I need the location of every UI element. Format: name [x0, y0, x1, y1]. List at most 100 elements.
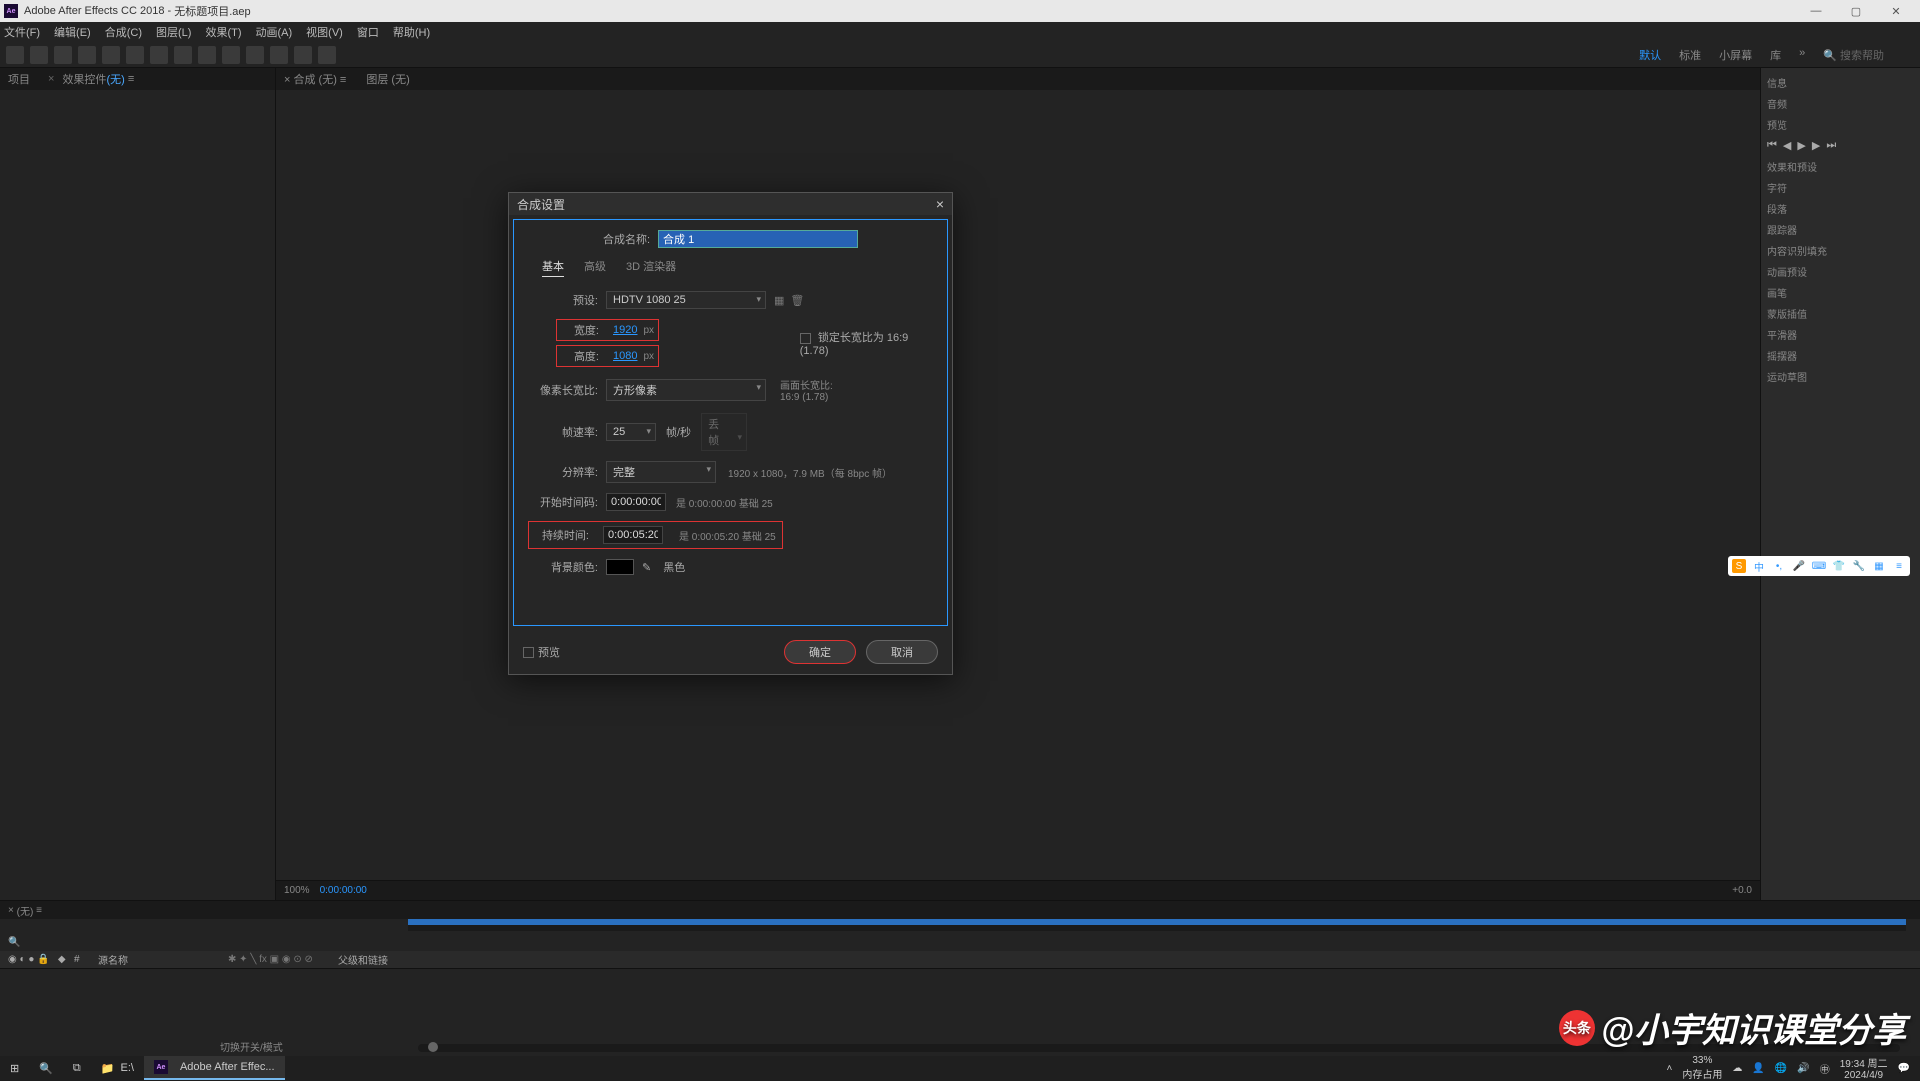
menu-effect[interactable]: 效果(T) [205, 24, 241, 40]
tab-advanced[interactable]: 高级 [584, 258, 606, 277]
eyedropper-icon[interactable]: ✎ [642, 561, 651, 574]
panel-character[interactable]: 字符 [1767, 177, 1914, 198]
ime-toolbar[interactable]: S 中 •, 🎤 ⌨ 👕 🔧 ▦ ≡ [1728, 556, 1910, 576]
workspace-standard[interactable]: 标准 [1679, 47, 1701, 63]
dialog-close-icon[interactable]: × [936, 196, 944, 212]
goto-start-icon[interactable]: ⏮ [1767, 139, 1777, 152]
panel-brush[interactable]: 画笔 [1767, 282, 1914, 303]
cancel-button[interactable]: 取消 [866, 640, 938, 664]
timeline-tab[interactable]: (无) [17, 903, 34, 918]
width-input[interactable]: 1920 [613, 324, 637, 336]
ime-punct-icon[interactable]: •, [1772, 559, 1786, 573]
menu-animation[interactable]: 动画(A) [256, 24, 293, 40]
start-button[interactable]: ⊞ [0, 1056, 29, 1080]
tab-basic[interactable]: 基本 [542, 258, 564, 277]
panel-info[interactable]: 信息 [1767, 72, 1914, 93]
ime-lang-icon[interactable]: 中 [1752, 559, 1766, 573]
play-icon[interactable]: ▶ [1797, 139, 1805, 152]
eraser-tool-icon[interactable] [270, 46, 288, 64]
timeline-close-icon[interactable]: × [8, 905, 14, 916]
tray-ime-icon[interactable]: ㊥ [1820, 1061, 1830, 1076]
ime-keyboard-icon[interactable]: ⌨ [1812, 559, 1826, 573]
panel-mask-interp[interactable]: 蒙版插值 [1767, 303, 1914, 324]
ok-button[interactable]: 确定 [784, 640, 856, 664]
resolution-dropdown[interactable]: 完整 [606, 461, 716, 483]
ime-menu-icon[interactable]: ≡ [1892, 559, 1906, 573]
viewer-camera[interactable]: +0.0 [1732, 885, 1752, 896]
tab-project[interactable]: 项目 [8, 71, 30, 87]
brush-tool-icon[interactable] [222, 46, 240, 64]
toggle-switches[interactable]: 切换开关/模式 [220, 1039, 283, 1054]
tray-network-icon[interactable]: 🌐 [1775, 1063, 1787, 1074]
menu-edit[interactable]: 编辑(E) [54, 24, 91, 40]
viewer-time[interactable]: 0:00:00:00 [320, 885, 367, 896]
notifications-icon[interactable]: 💬 [1898, 1063, 1910, 1074]
tab-composition[interactable]: 合成 [293, 74, 318, 86]
taskview-button[interactable]: ⧉ [63, 1056, 91, 1080]
ime-logo-icon[interactable]: S [1732, 559, 1746, 573]
preset-delete-icon[interactable]: 🗑 [790, 294, 804, 307]
menu-help[interactable]: 帮助(H) [393, 24, 430, 40]
pen-tool-icon[interactable] [174, 46, 192, 64]
minimize-button[interactable]: — [1796, 0, 1836, 22]
workspace-more-icon[interactable]: » [1799, 47, 1805, 63]
ime-skin-icon[interactable]: 👕 [1832, 559, 1846, 573]
panel-contentaware[interactable]: 内容识别填充 [1767, 240, 1914, 261]
clock-time[interactable]: 19:34 周二 [1840, 1055, 1888, 1070]
workspace-default[interactable]: 默认 [1639, 47, 1661, 63]
timeline-search-icon[interactable]: 🔍 [8, 937, 68, 948]
pan-behind-tool-icon[interactable] [126, 46, 144, 64]
prev-frame-icon[interactable]: ◀ [1783, 139, 1791, 152]
lock-aspect-checkbox[interactable] [800, 333, 811, 344]
ime-tool-icon[interactable]: 🔧 [1852, 559, 1866, 573]
tab-close-icon[interactable]: × [48, 73, 54, 85]
ime-mic-icon[interactable]: 🎤 [1792, 559, 1806, 573]
panel-preview[interactable]: 预览 [1767, 114, 1914, 135]
tray-up-icon[interactable]: ˄ [1667, 1063, 1673, 1074]
panel-tracker[interactable]: 跟踪器 [1767, 219, 1914, 240]
viewer-zoom[interactable]: 100% [284, 885, 310, 896]
close-button[interactable]: ✕ [1876, 0, 1916, 22]
comp-name-input[interactable] [658, 230, 858, 248]
menu-view[interactable]: 视图(V) [306, 24, 343, 40]
search-help-icon[interactable]: 🔍 搜索帮助 [1823, 47, 1884, 63]
menu-file[interactable]: 文件(F) [4, 24, 40, 40]
rotate-tool-icon[interactable] [78, 46, 96, 64]
panel-paragraph[interactable]: 段落 [1767, 198, 1914, 219]
taskbar-after-effects[interactable]: AeAdobe After Effec... [144, 1056, 285, 1080]
ime-grid-icon[interactable]: ▦ [1872, 559, 1886, 573]
next-frame-icon[interactable]: ▶ [1812, 139, 1820, 152]
menu-composition[interactable]: 合成(C) [105, 24, 142, 40]
preset-dropdown[interactable]: HDTV 1080 25 [606, 291, 766, 309]
panel-wiggler[interactable]: 摇摆器 [1767, 345, 1914, 366]
timeline-ruler[interactable] [408, 919, 1906, 931]
goto-end-icon[interactable]: ⏭ [1826, 139, 1836, 152]
tab-3d-renderer[interactable]: 3D 渲染器 [626, 258, 676, 277]
fps-dropdown[interactable]: 25 [606, 423, 656, 441]
bg-color-swatch[interactable] [606, 559, 634, 575]
camera-tool-icon[interactable] [102, 46, 120, 64]
zoom-tool-icon[interactable] [54, 46, 72, 64]
tab-layer[interactable]: 图层 (无) [366, 71, 409, 87]
shape-tool-icon[interactable] [150, 46, 168, 64]
clone-tool-icon[interactable] [246, 46, 264, 64]
search-button[interactable]: 🔍 [29, 1056, 63, 1080]
roto-tool-icon[interactable] [294, 46, 312, 64]
tray-volume-icon[interactable]: 🔊 [1797, 1063, 1809, 1074]
height-input[interactable]: 1080 [613, 350, 637, 362]
tab-effects-label[interactable]: 效果控件 [62, 71, 106, 87]
panel-effects-presets[interactable]: 效果和预设 [1767, 156, 1914, 177]
selection-tool-icon[interactable] [6, 46, 24, 64]
pixel-aspect-dropdown[interactable]: 方形像素 [606, 379, 766, 401]
duration-input[interactable] [603, 526, 663, 544]
menu-window[interactable]: 窗口 [357, 24, 379, 40]
workspace-library[interactable]: 库 [1770, 47, 1781, 63]
start-timecode-input[interactable] [606, 493, 666, 511]
panel-audio[interactable]: 音频 [1767, 93, 1914, 114]
puppet-tool-icon[interactable] [318, 46, 336, 64]
clock-date[interactable]: 2024/4/9 [1840, 1070, 1888, 1081]
text-tool-icon[interactable] [198, 46, 216, 64]
panel-motion-sketch[interactable]: 运动草图 [1767, 366, 1914, 387]
maximize-button[interactable]: ▢ [1836, 0, 1876, 22]
preview-checkbox[interactable] [523, 647, 534, 658]
